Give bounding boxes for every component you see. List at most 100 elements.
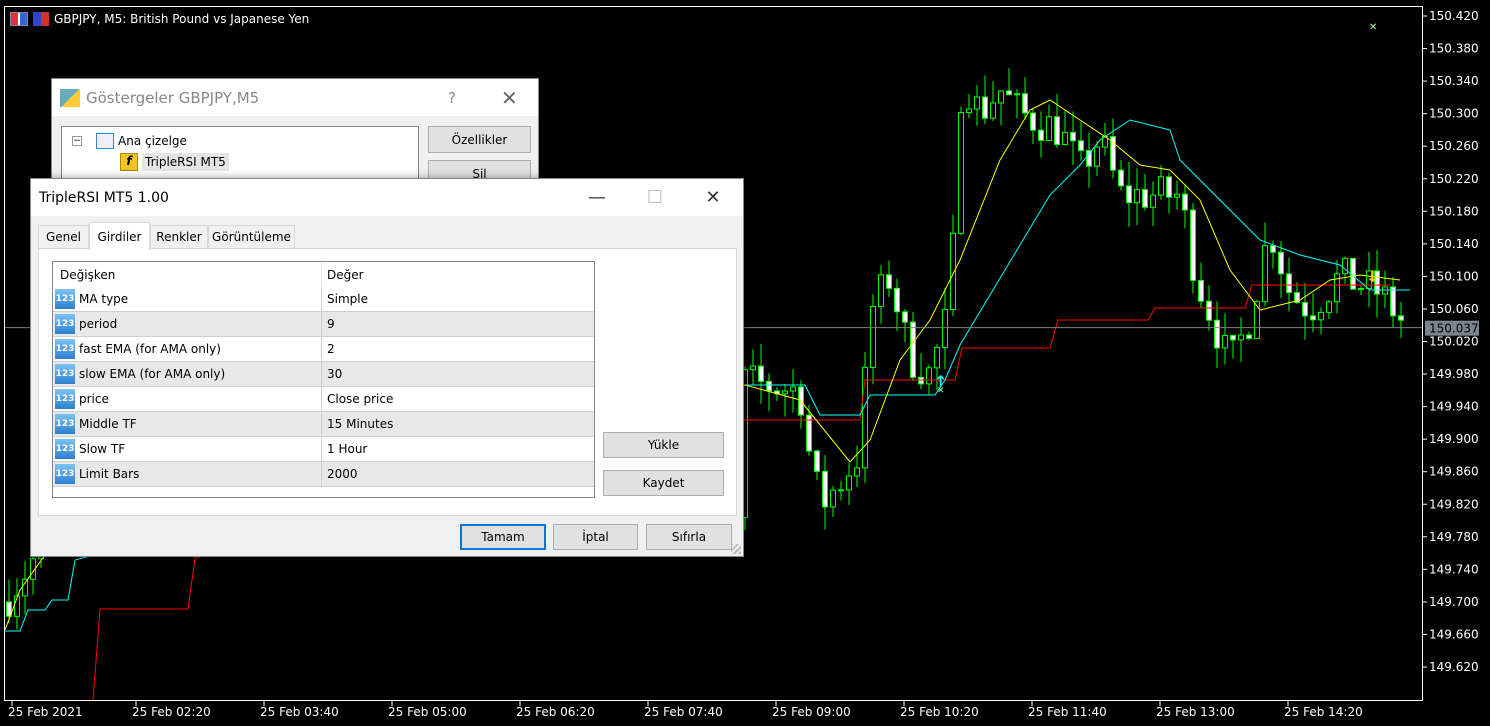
time-label: 25 Feb 2021: [8, 705, 83, 719]
table-row[interactable]: 123 Slow TF 1 Hour: [53, 437, 594, 462]
number-icon: 123: [55, 464, 75, 484]
candle-body: [926, 367, 932, 385]
candle-body: [1070, 131, 1076, 142]
candle-body: [894, 287, 900, 313]
table-row[interactable]: 123 period 9: [53, 312, 594, 337]
candle-body: [1238, 334, 1244, 341]
close-icon[interactable]: ✕: [684, 179, 742, 216]
table-row[interactable]: 123 slow EMA (for AMA only) 30: [53, 362, 594, 387]
price-label: 149.740: [1429, 562, 1479, 576]
candle-body: [1038, 129, 1044, 141]
candle-body: [1358, 287, 1364, 290]
candle-body: [1390, 286, 1396, 317]
close-icon[interactable]: ✕: [501, 86, 518, 110]
value-cell[interactable]: 30: [322, 367, 342, 381]
column-header-variable[interactable]: Değişken: [53, 262, 322, 287]
candle-body: [1134, 189, 1140, 204]
table-row[interactable]: 123 Limit Bars 2000: [53, 462, 594, 487]
variable-name: MA type: [79, 292, 129, 306]
variable-cell: 123 Middle TF: [53, 412, 322, 436]
candle-body: [838, 489, 844, 492]
chart-window-icon: [10, 12, 28, 26]
indicator-properties-dialog: TripleRSI MT5 1.00 — ☐ ✕ Genel Girdiler …: [30, 178, 744, 557]
properties-dialog-titlebar: TripleRSI MT5 1.00 — ☐ ✕: [31, 179, 743, 216]
table-row[interactable]: 123 price Close price: [53, 387, 594, 412]
time-label: 25 Feb 06:20: [516, 705, 595, 719]
candle-body: [910, 321, 916, 378]
tab-colors[interactable]: Renkler: [150, 225, 208, 249]
candle-body: [878, 274, 884, 307]
candle-body: [1302, 302, 1308, 317]
candle-body: [1006, 90, 1012, 96]
column-header-value[interactable]: Değer: [322, 268, 364, 282]
candle-body: [1334, 273, 1340, 303]
value-cell[interactable]: 2: [322, 342, 335, 356]
candle-body: [1270, 245, 1276, 253]
tree-item-main-chart[interactable]: − Ana çizelge: [72, 133, 187, 149]
tree-item-triplersi[interactable]: f TripleRSI MT5: [120, 153, 229, 171]
help-button[interactable]: ?: [448, 89, 456, 107]
table-row[interactable]: 123 Middle TF 15 Minutes: [53, 412, 594, 437]
value-cell[interactable]: 15 Minutes: [322, 417, 393, 431]
candle-body: [1286, 273, 1292, 294]
inputs-panel: Değişken Değer 123 MA type Simple 123 period…: [38, 248, 737, 516]
price-label: 149.900: [1429, 432, 1479, 446]
tab-inputs[interactable]: Girdiler: [89, 222, 150, 250]
number-icon: 123: [55, 339, 75, 359]
candle-body: [1046, 116, 1052, 141]
variable-cell: 123 slow EMA (for AMA only): [53, 362, 322, 386]
price-label: 150.300: [1429, 107, 1479, 121]
price-label: 150.420: [1429, 9, 1479, 23]
resize-grip[interactable]: [731, 544, 741, 554]
load-button[interactable]: Yükle: [603, 432, 724, 458]
value-cell[interactable]: Simple: [322, 292, 368, 306]
candle-body: [1158, 176, 1164, 196]
value-cell[interactable]: 2000: [322, 467, 358, 481]
cancel-button[interactable]: İptal: [553, 524, 638, 550]
value-cell[interactable]: 9: [322, 317, 335, 331]
save-button[interactable]: Kaydet: [603, 470, 724, 496]
candle-body: [854, 467, 860, 477]
candle-body: [1398, 315, 1404, 321]
candle-body: [830, 489, 836, 508]
price-label: 150.380: [1429, 42, 1479, 56]
candle-body: [1174, 193, 1180, 198]
variable-cell: 123 MA type: [53, 287, 322, 311]
candle-body: [1126, 185, 1132, 204]
price-label: 149.940: [1429, 400, 1479, 414]
current-price-label: 150.037: [1429, 322, 1479, 336]
variable-name: Slow TF: [79, 442, 126, 456]
sell-arrow-icon: ↓: [1366, 267, 1379, 286]
candle-body: [750, 365, 756, 371]
candle-body: [1254, 301, 1260, 339]
candle-body: [1342, 257, 1348, 275]
tree-child-label: TripleRSI MT5: [142, 153, 229, 171]
candle-body: [990, 102, 996, 119]
reset-button[interactable]: Sıfırla: [646, 524, 732, 550]
candle-body: [1182, 193, 1188, 211]
tab-visualization[interactable]: Görüntüleme: [208, 225, 295, 249]
table-row[interactable]: 123 fast EMA (for AMA only) 2: [53, 337, 594, 362]
properties-button[interactable]: Özellikler: [428, 126, 531, 153]
price-label: 150.020: [1429, 335, 1479, 349]
table-header: Değişken Değer: [53, 262, 594, 287]
value-cell[interactable]: 1 Hour: [322, 442, 367, 456]
candle-body: [998, 90, 1004, 104]
ok-button[interactable]: Tamam: [460, 524, 546, 550]
collapse-icon[interactable]: −: [72, 136, 82, 146]
candle-body: [1222, 334, 1228, 349]
candle-body: [1166, 176, 1172, 198]
candle-body: [902, 311, 908, 323]
table-row[interactable]: 123 MA type Simple: [53, 287, 594, 312]
time-label: 25 Feb 05:00: [388, 705, 467, 719]
price-label: 149.700: [1429, 595, 1479, 609]
candle-body: [870, 305, 876, 368]
maximize-icon[interactable]: ☐: [626, 179, 684, 216]
chart-title-bar: GBPJPY, M5: British Pound vs Japanese Ye…: [10, 12, 309, 26]
tab-general[interactable]: Genel: [38, 225, 89, 249]
minimize-icon[interactable]: —: [568, 179, 626, 216]
variable-name: period: [79, 317, 118, 331]
value-cell[interactable]: Close price: [322, 392, 393, 406]
candle-body: [790, 386, 796, 392]
candle-body: [814, 450, 820, 472]
